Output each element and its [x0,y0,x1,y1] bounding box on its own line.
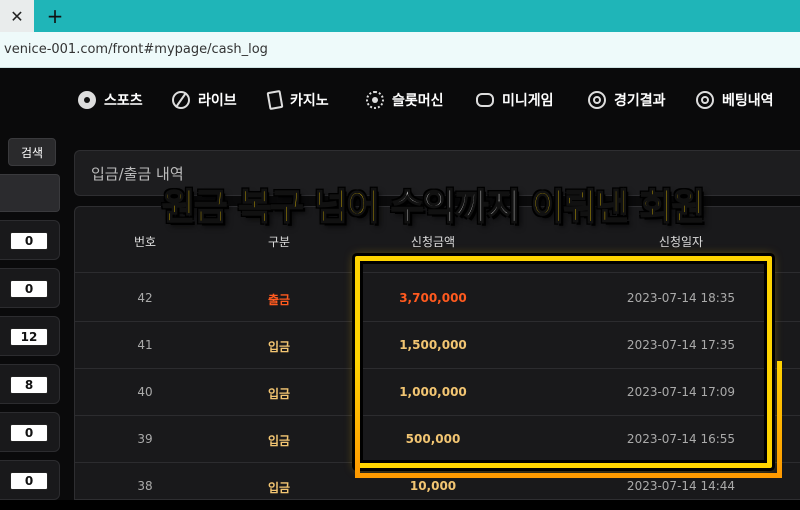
nav-item-live[interactable]: 라이브 [172,88,237,112]
row-type: 입금 [267,340,291,354]
count-badge: 0 [10,280,48,298]
highlight-box [355,256,772,468]
browser-tab-bar: ✕ + [0,0,800,32]
row-type: 입금 [267,387,291,401]
count-badge: 8 [10,376,48,394]
close-tab-icon[interactable]: ✕ [0,0,34,32]
count-item[interactable]: 0 [0,268,60,308]
soccer-ball-icon [78,91,96,109]
row-type: 입금 [267,481,291,495]
target-icon [696,91,714,109]
count-item[interactable]: 0 [0,220,60,260]
count-item[interactable]: 0 [0,412,60,452]
gamepad-icon [476,93,494,107]
caption-word: 원금 [161,186,228,229]
column-header: 번호 [133,235,157,249]
table-row[interactable]: 38 입금 10,000 2023-07-14 14:44 [75,463,800,510]
address-bar[interactable]: venice-001.com/front#mypage/cash_log [0,32,800,68]
search-button[interactable]: 검색 [8,138,56,166]
count-badge: 0 [10,424,48,442]
caption-word: 넘어 [314,186,381,229]
column-header: 구분 [267,235,291,249]
nav-item-results[interactable]: 경기결과 [588,88,666,112]
column-header: 신청일자 [658,235,704,249]
overlay-caption: 원금 복구 넘어 수익까지 이뤄낸 회원 [161,178,792,230]
nav-item-sports[interactable]: 스포츠 [78,88,143,112]
left-sidebar: 검색 0 0 12 8 0 0 [0,132,62,500]
count-item[interactable]: 8 [0,364,60,404]
nav-label: 경기결과 [614,93,666,109]
caption-word: 이뤄낸 [530,186,629,229]
new-tab-button[interactable]: + [40,0,70,32]
row-number: 40 [137,385,153,399]
nav-label: 슬롯머신 [392,93,444,109]
top-nav: 스포츠 라이브 카지노 슬롯머신 미니게임 경기결과 베팅내역 [0,68,800,132]
nav-label: 라이브 [198,93,237,109]
column-header: 신청금액 [410,235,456,249]
nav-label: 스포츠 [104,93,143,109]
ship-wheel-icon [366,91,384,109]
basketball-icon [172,91,190,109]
row-number: 38 [137,479,153,493]
row-date: 2023-07-14 14:44 [626,479,736,493]
caption-word: 복구 [237,186,304,229]
caption-word: 회원 [639,186,706,229]
url-text[interactable]: venice-001.com/front#mypage/cash_log [4,42,268,57]
nav-item-bet-history[interactable]: 베팅내역 [696,88,774,112]
row-amount: 10,000 [409,479,457,493]
count-badge: 0 [10,232,48,250]
playing-card-icon [266,89,284,111]
nav-item-slot[interactable]: 슬롯머신 [366,88,444,112]
nav-label: 베팅내역 [722,93,774,109]
count-badge: 0 [10,472,48,490]
row-type: 입금 [267,434,291,448]
row-number: 42 [137,291,153,305]
row-type: 출금 [267,293,291,307]
search-input[interactable] [0,174,60,212]
caption-word: 수익까지 [390,186,521,229]
nav-item-minigame[interactable]: 미니게임 [476,88,554,112]
count-item[interactable]: 0 [0,460,60,500]
row-number: 39 [137,432,153,446]
row-number: 41 [137,338,153,352]
count-badge: 12 [10,328,48,346]
target-icon [588,91,606,109]
nav-label: 카지노 [290,93,329,109]
count-item[interactable]: 12 [0,316,60,356]
nav-label: 미니게임 [502,93,554,109]
nav-item-casino[interactable]: 카지노 [266,88,329,112]
